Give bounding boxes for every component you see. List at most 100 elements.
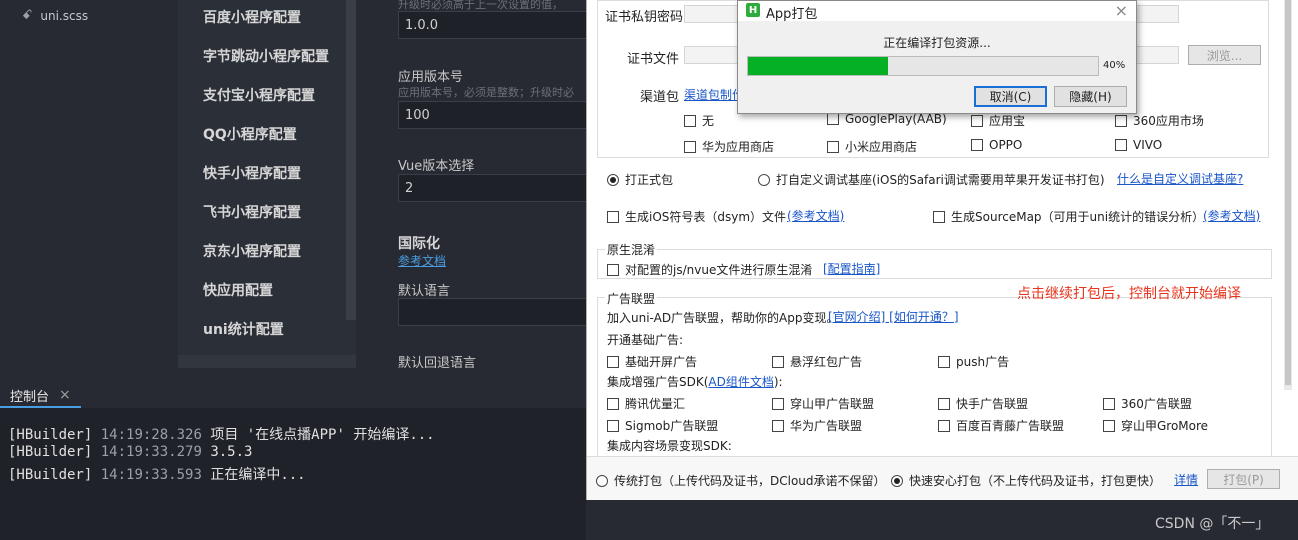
version-code-hint: 应用版本号，必须是整数；升级时必 (398, 86, 574, 99)
traditional-pack-radio[interactable]: 传统打包（上传代码及证书，DCloud承诺不保留） (596, 472, 886, 489)
nav-item-feishu[interactable]: 飞书小程序配置 (203, 202, 301, 222)
obfuscation-guide-link[interactable]: [配置指南] (823, 260, 880, 277)
fast-pack-detail-link[interactable]: 详情 (1174, 471, 1198, 488)
settings-nav: 百度小程序配置 字节跳动小程序配置 支付宝小程序配置 QQ小程序配置 快手小程序… (178, 0, 358, 368)
log-message: 正在编译中... (210, 467, 306, 483)
progress-dialog-title: App打包 (766, 7, 818, 22)
custom-base-link[interactable]: 什么是自定义调试基座? (1117, 170, 1243, 187)
checkbox-label: Sigmob广告联盟 (625, 419, 719, 433)
radio-label: 快速安心打包（不上传代码及证书，打包更快） (909, 474, 1162, 488)
log-line: [HBuilder] 14:19:33.593 正在编译中... (8, 464, 306, 484)
radio-label: 传统打包（上传代码及证书，DCloud承诺不保留） (614, 474, 886, 488)
progress-percent: 40% (1103, 60, 1126, 71)
version-code-label: 应用版本号 (398, 70, 464, 85)
ad-pangle-checkbox[interactable]: 穿山甲广告联盟 (772, 395, 874, 412)
i18n-doc-link[interactable]: 参考文档 (398, 252, 446, 269)
nav-item-jd[interactable]: 京东小程序配置 (203, 241, 301, 261)
ad-component-doc-link[interactable]: AD组件文档 (708, 375, 773, 389)
style-file-icon: ꗃ (22, 8, 33, 23)
checkbox-box (933, 210, 945, 223)
nav-item-baidu[interactable]: 百度小程序配置 (203, 7, 301, 27)
watermark-text: CSDN @「不一」 (1155, 516, 1270, 532)
ad-sigmob-checkbox[interactable]: Sigmob广告联盟 (607, 417, 718, 434)
ad-kuaishou-checkbox[interactable]: 快手广告联盟 (938, 395, 1028, 412)
fast-safe-pack-radio[interactable]: 快速安心打包（不上传代码及证书，打包更快） (891, 472, 1161, 489)
radio-dot (758, 173, 770, 186)
dialog-scrollbar[interactable] (1284, 0, 1292, 390)
hbuilder-logo-icon: H (746, 3, 760, 17)
native-obfuscation-checkbox[interactable]: 对配置的js/nvue文件进行原生混淆 (607, 261, 812, 278)
nav-item-alipay[interactable]: 支付宝小程序配置 (203, 85, 315, 105)
progress-bar (747, 56, 1099, 76)
checkbox-label: 穿山甲GroMore (1121, 419, 1209, 433)
default-lang-label: 默认语言 (398, 284, 451, 299)
checkbox-label: 百度百青藤广告联盟 (956, 419, 1065, 433)
ad-sdk-label: 集成增强广告SDK(AD组件文档): (607, 373, 783, 390)
ad-intro-text: 加入uni-AD广告联盟，帮助你的App变现。 (607, 311, 839, 325)
ad-gromore-checkbox[interactable]: 穿山甲GroMore (1103, 417, 1208, 434)
default-lang-select[interactable] (398, 298, 598, 326)
ad-sdk-label-pre: 集成增强广告SDK( (607, 375, 709, 389)
obfuscation-group-title: 原生混淆 (605, 241, 658, 258)
radio-dot (596, 474, 608, 487)
log-timestamp: 14:19:33.593 (100, 467, 202, 483)
ad-push-checkbox[interactable]: push广告 (938, 353, 1009, 370)
checkbox-box (772, 419, 784, 432)
radio-label: 打自定义调试基座(iOS的Safari调试需要用苹果开发证书打包) (776, 173, 1105, 187)
checkbox-box (1103, 419, 1115, 432)
gen-sourcemap-checkbox[interactable]: 生成SourceMap（可用于uni统计的错误分析） (933, 208, 1204, 225)
ad-splash-checkbox[interactable]: 基础开屏广告 (607, 353, 697, 370)
console-tab[interactable]: 控制台 × (0, 384, 81, 408)
progress-bar-fill (748, 57, 888, 75)
checkbox-label: push广告 (956, 355, 1010, 369)
log-tag: [HBuilder] (8, 427, 93, 443)
checkbox-box (607, 263, 619, 276)
i18n-heading: 国际化 (398, 236, 440, 252)
dsym-doc-link[interactable]: (参考文档) (787, 207, 844, 224)
version-name-input[interactable]: 1.0.0 (398, 11, 598, 39)
scrollbar-thumb[interactable] (1285, 0, 1291, 385)
log-line: [HBuilder] 14:19:28.326 项目 '在线点播APP' 开始编… (8, 424, 435, 444)
pack-button[interactable]: 打包(P) (1207, 469, 1280, 489)
ad-redpacket-checkbox[interactable]: 悬浮红包广告 (772, 353, 862, 370)
nav-item-bytedance[interactable]: 字节跳动小程序配置 (203, 46, 329, 66)
file-name: uni.scss (40, 8, 89, 23)
nav-item-quickapp[interactable]: 快应用配置 (203, 280, 273, 300)
pack-formal-radio[interactable]: 打正式包 (607, 171, 673, 188)
close-icon[interactable]: × (1115, 1, 1128, 20)
nav-item-kuaishou[interactable]: 快手小程序配置 (203, 163, 301, 183)
ad-baidu-checkbox[interactable]: 百度百青藤广告联盟 (938, 417, 1064, 434)
checkbox-box (772, 355, 784, 368)
nav-item-uni-stat[interactable]: uni统计配置 (203, 319, 284, 339)
vue-version-select[interactable]: 2 (398, 174, 598, 202)
progress-status-text: 正在编译打包资源... (883, 36, 991, 50)
file-item-uni-scss[interactable]: ꗃ uni.scss (22, 8, 88, 23)
pack-custom-base-radio[interactable]: 打自定义调试基座(iOS的Safari调试需要用苹果开发证书打包) (758, 171, 1105, 188)
nav-item-qq[interactable]: QQ小程序配置 (203, 124, 297, 144)
checkbox-box (938, 355, 950, 368)
log-message: 项目 '在线点播APP' 开始编译... (210, 427, 435, 443)
log-line: [HBuilder] 14:19:33.279 3.5.3 (8, 444, 252, 460)
ad-sdk-label-post: ): (773, 375, 783, 389)
log-timestamp: 14:19:33.279 (100, 444, 202, 460)
radio-dot (607, 173, 619, 186)
annotation-text: 点击继续打包后，控制台就开始编译 (1017, 286, 1241, 302)
version-code-input[interactable]: 100 (398, 101, 598, 129)
checkbox-label: 对配置的js/nvue文件进行原生混淆 (625, 263, 813, 277)
progress-dialog-titlebar[interactable]: H App打包 × (738, 1, 1136, 22)
hide-button[interactable]: 隐藏(H) (1054, 86, 1127, 107)
ad-360-checkbox[interactable]: 360广告联盟 (1103, 395, 1192, 412)
radio-dot (891, 474, 903, 487)
checkbox-label: 快手广告联盟 (956, 397, 1029, 411)
close-icon[interactable]: × (59, 387, 71, 403)
ad-intro-link[interactable]: [官网介绍] [如何开通？] (828, 308, 959, 325)
console-tab-label: 控制台 (10, 389, 50, 405)
gen-dsym-checkbox[interactable]: 生成iOS符号表（dsym）文件 (607, 208, 786, 225)
nav-scrollbar[interactable] (346, 0, 356, 320)
ad-huawei-checkbox[interactable]: 华为广告联盟 (772, 417, 862, 434)
sourcemap-doc-link[interactable]: (参考文档) (1203, 207, 1260, 224)
ad-tencent-checkbox[interactable]: 腾讯优量汇 (607, 395, 685, 412)
nav-scroll-track (178, 355, 356, 368)
cancel-button[interactable]: 取消(C) (974, 86, 1047, 107)
checkbox-box (1103, 397, 1115, 410)
